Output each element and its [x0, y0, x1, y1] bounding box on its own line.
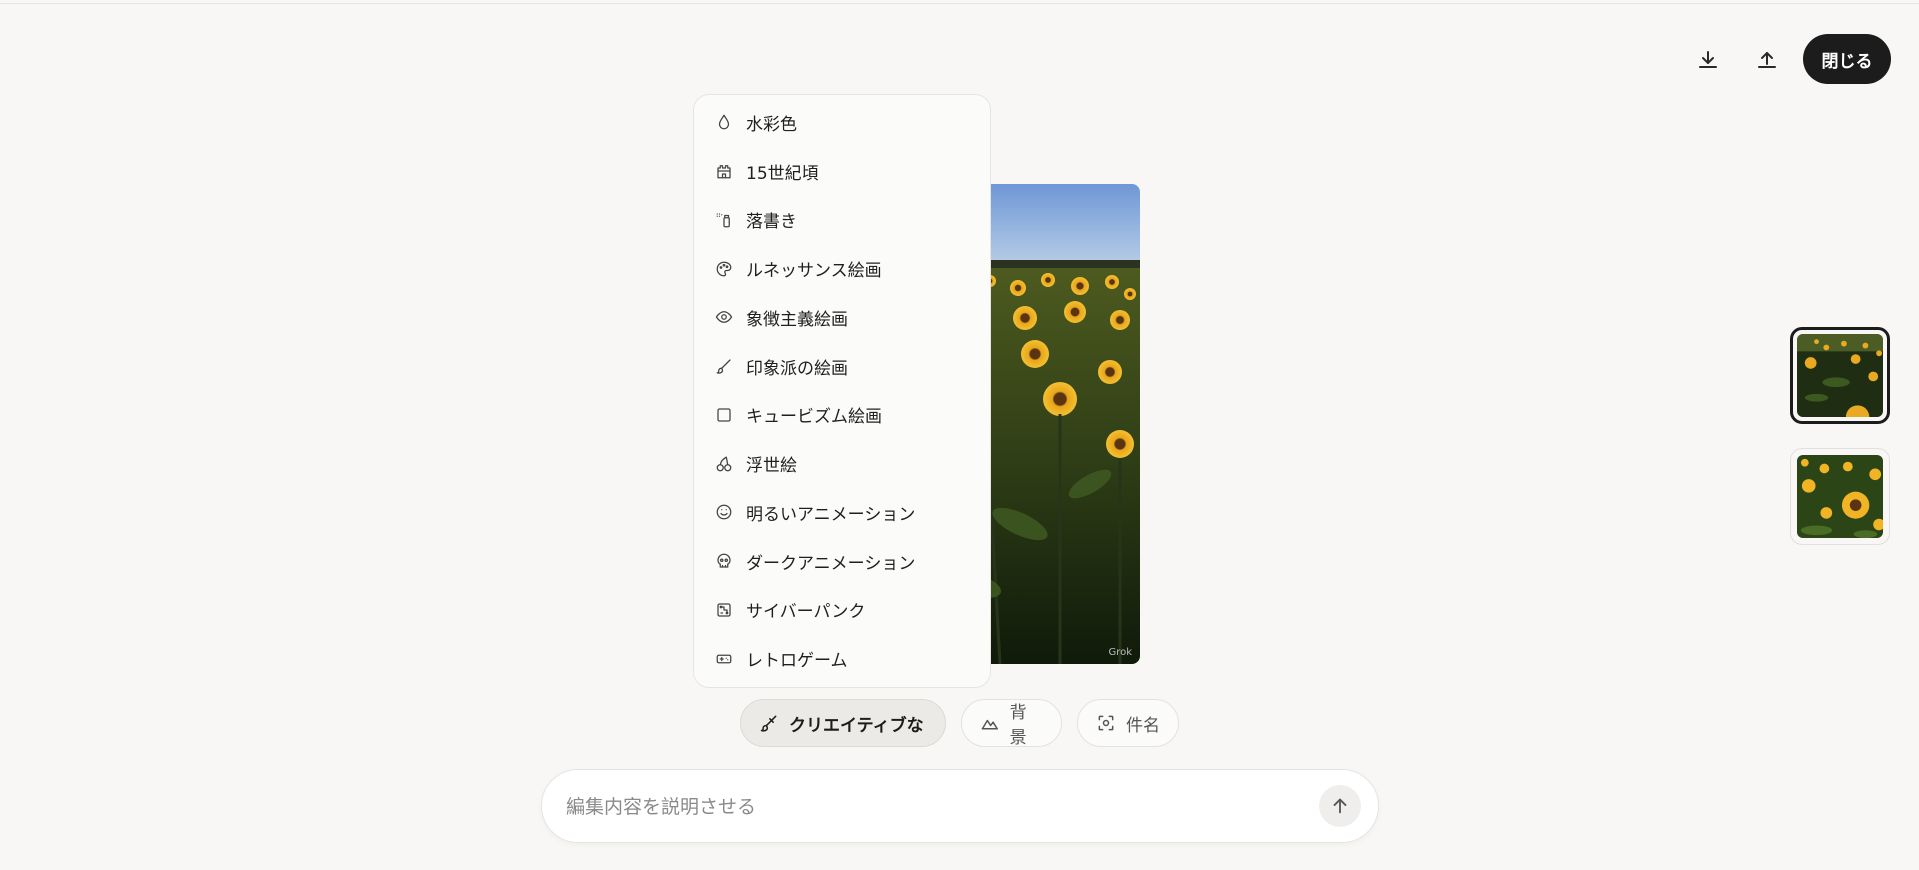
smile-icon — [714, 502, 734, 522]
style-option-label: 水彩色 — [746, 114, 797, 135]
subject-chip-label: 件名 — [1126, 715, 1160, 736]
creative-chip-label: クリエイティブな — [789, 715, 924, 736]
subject-chip[interactable]: 件名 — [1077, 699, 1179, 747]
background-chip-label: 背景 — [1009, 703, 1027, 748]
arrow-up-icon — [1333, 798, 1347, 814]
brush-icon — [714, 356, 734, 376]
style-option-label: 象徴主義絵画 — [746, 309, 848, 330]
style-menu: 水彩色 15世紀頃 落書き ルネッサンス絵画 象徴主義絵画 印象派の絵画 キュー… — [693, 94, 991, 688]
style-option-bright-animation[interactable]: 明るいアニメーション — [694, 488, 990, 537]
style-option-graffiti[interactable]: 落書き — [694, 196, 990, 245]
style-option-label: 浮世絵 — [746, 456, 797, 477]
style-option-symbolism[interactable]: 象徴主義絵画 — [694, 293, 990, 342]
download-button[interactable] — [1684, 36, 1732, 84]
cherry-icon — [714, 454, 734, 474]
style-option-dark-animation[interactable]: ダークアニメーション — [694, 537, 990, 586]
background-chip[interactable]: 背景 — [961, 699, 1062, 748]
thumbnail-2[interactable] — [1790, 448, 1890, 545]
castle-icon — [714, 161, 734, 181]
share-button[interactable] — [1743, 36, 1791, 84]
palette-icon — [714, 259, 734, 279]
edit-composer — [541, 769, 1379, 844]
upload-icon — [1758, 52, 1776, 68]
style-option-cubism[interactable]: キュービズム絵画 — [694, 391, 990, 440]
style-option-label: 15世紀頃 — [746, 163, 819, 184]
droplet-icon — [714, 112, 734, 132]
style-option-renaissance[interactable]: ルネッサンス絵画 — [694, 244, 990, 293]
skull-icon — [714, 551, 734, 571]
style-option-label: サイバーパンク — [746, 602, 866, 623]
close-button[interactable]: 閉じる — [1803, 34, 1891, 84]
style-option-label: ルネッサンス絵画 — [746, 261, 882, 282]
style-option-label: 明るいアニメーション — [746, 504, 916, 525]
image-watermark: Grok — [1108, 647, 1132, 658]
square-icon — [714, 405, 734, 425]
style-option-cyberpunk[interactable]: サイバーパンク — [694, 586, 990, 635]
thumbnail-1[interactable] — [1790, 327, 1890, 424]
circuit-icon — [714, 600, 734, 620]
style-option-impressionism[interactable]: 印象派の絵画 — [694, 342, 990, 391]
style-option-label: キュービズム絵画 — [746, 407, 882, 428]
style-option-label: レトロゲーム — [746, 651, 848, 672]
edit-prompt-input[interactable] — [564, 770, 1268, 844]
creative-chip[interactable]: クリエイティブな — [740, 699, 946, 747]
download-icon — [1699, 51, 1717, 68]
style-option-label: 落書き — [746, 212, 797, 233]
mountain-icon — [981, 719, 998, 730]
style-option-watercolor[interactable]: 水彩色 — [694, 98, 990, 147]
style-option-retro-game[interactable]: レトロゲーム — [694, 634, 990, 683]
style-option-label: 印象派の絵画 — [746, 358, 848, 379]
send-button[interactable] — [1319, 785, 1361, 827]
thumbnail-image — [1797, 455, 1883, 538]
gamepad-icon — [714, 649, 734, 669]
top-divider — [0, 0, 1919, 4]
style-option-label: ダークアニメーション — [746, 553, 916, 574]
focus-icon — [1098, 715, 1114, 731]
eye-icon — [714, 307, 734, 327]
brush-icon — [760, 715, 777, 732]
style-option-ukiyoe[interactable]: 浮世絵 — [694, 439, 990, 488]
spray-can-icon — [714, 210, 734, 230]
thumbnail-image — [1797, 334, 1883, 417]
style-option-15th-century[interactable]: 15世紀頃 — [694, 147, 990, 196]
